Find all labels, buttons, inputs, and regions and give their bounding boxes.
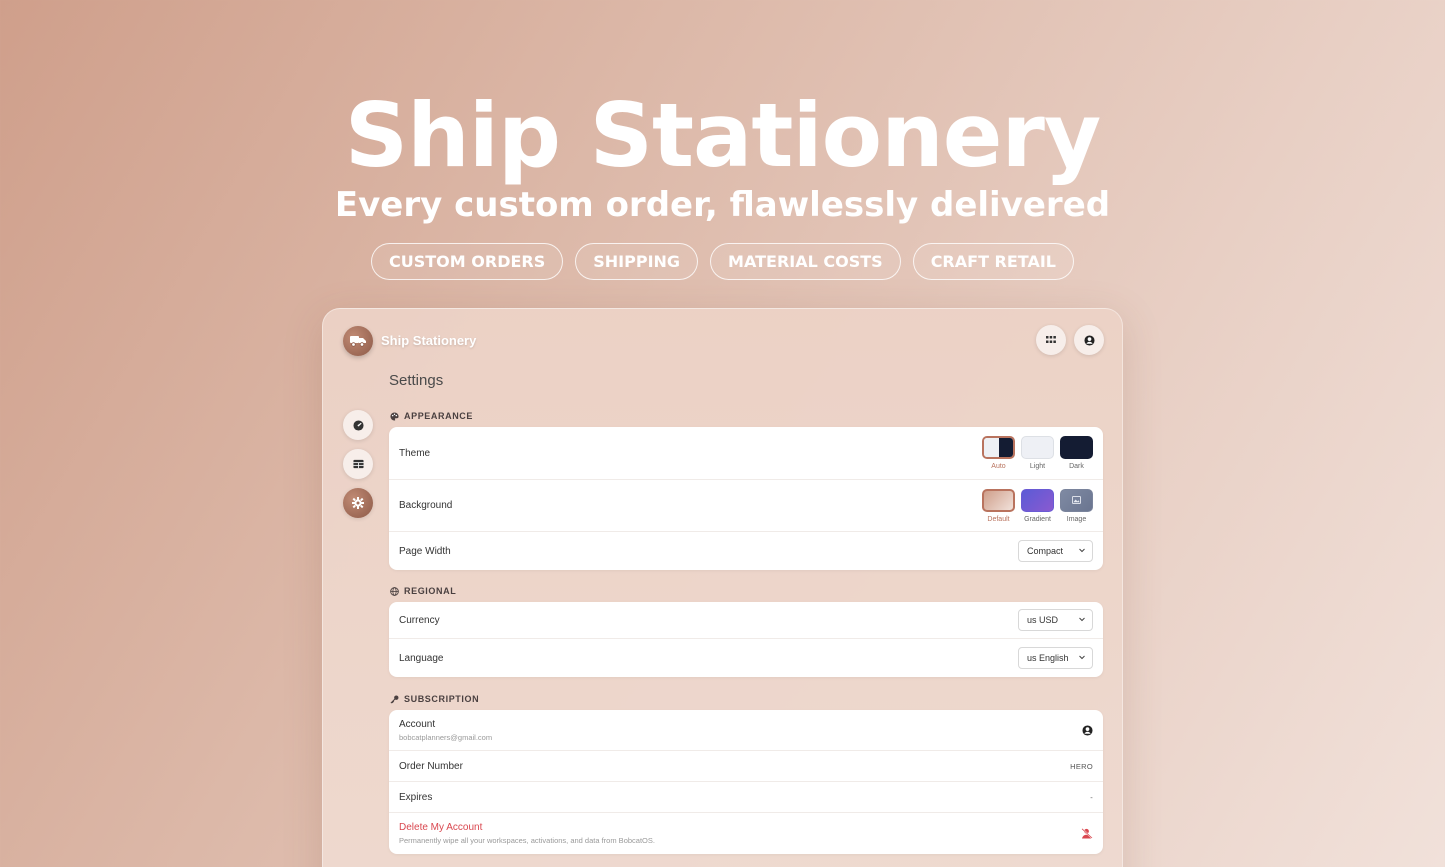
- language-value: us English: [1027, 653, 1069, 663]
- section-regional: REGIONAL: [390, 586, 456, 596]
- background-option-image[interactable]: Image: [1060, 488, 1093, 523]
- chevron-down-icon: [1079, 548, 1085, 553]
- truck-icon[interactable]: [343, 326, 373, 356]
- background-option-label: Image: [1066, 515, 1087, 523]
- sidebar-item-settings[interactable]: [343, 488, 373, 518]
- subscription-card: Account bobcatplanners@gmail.com Order N…: [389, 710, 1103, 854]
- theme-option-label: Auto: [991, 463, 1006, 470]
- background-row: Background Default Gradient Image: [389, 480, 1103, 532]
- background-options: Default Gradient Image: [982, 488, 1093, 523]
- account-button[interactable]: [1074, 325, 1104, 355]
- expires-row: Expires -: [389, 782, 1103, 813]
- pill-shipping: SHIPPING: [575, 243, 699, 280]
- pill-craft-retail: CRAFT RETAIL: [912, 243, 1074, 280]
- page-width-value: Compact: [1027, 546, 1064, 556]
- hero-title: Ship Stationery: [344, 84, 1101, 187]
- page-title: Settings: [389, 372, 444, 389]
- expires-label: Expires: [399, 791, 433, 803]
- sidebar-item-table[interactable]: [343, 449, 373, 479]
- language-row: Language us English: [389, 639, 1103, 677]
- account-label: Account: [399, 718, 436, 730]
- apps-grid-button[interactable]: [1036, 325, 1066, 355]
- gear-icon: [352, 497, 364, 509]
- account-circle-icon: [1083, 334, 1095, 346]
- currency-row: Currency us USD: [389, 602, 1103, 639]
- theme-option-label: Light: [1029, 463, 1046, 470]
- pill-custom-orders: CUSTOM ORDERS: [371, 243, 564, 280]
- background-option-default[interactable]: Default: [982, 488, 1015, 523]
- feature-pills: CUSTOM ORDERS SHIPPING MATERIAL COSTS CR…: [0, 243, 1445, 280]
- chevron-down-icon: [1079, 617, 1085, 622]
- theme-option-auto[interactable]: Auto: [982, 436, 1015, 470]
- table-icon: [352, 459, 364, 469]
- currency-select[interactable]: us USD: [1018, 609, 1093, 631]
- section-appearance-label: APPEARANCE: [404, 411, 474, 421]
- order-number-row: Order Number HERO: [389, 751, 1103, 782]
- page-width-row: Page Width Compact: [389, 532, 1103, 570]
- theme-option-light[interactable]: Light: [1021, 436, 1054, 470]
- hero-subtitle: Every custom order, flawlessly delivered: [334, 185, 1111, 225]
- section-appearance: APPEARANCE: [390, 411, 473, 421]
- theme-row: Theme Auto Light Dark: [389, 427, 1103, 480]
- page-width-label: Page Width: [399, 545, 451, 557]
- currency-label: Currency: [399, 614, 440, 626]
- app-window: Ship Stationery Settings APPEARANCE Them…: [322, 308, 1123, 867]
- language-label: Language: [399, 652, 444, 664]
- apps-grid-icon: [1046, 336, 1056, 343]
- sidebar-item-dashboard[interactable]: [343, 410, 373, 440]
- section-subscription: SUBSCRIPTION: [390, 694, 479, 704]
- account-email: bobcatplanners@gmail.com: [399, 732, 493, 742]
- chevron-down-icon: [1079, 655, 1085, 660]
- dashboard-gauge-icon: [352, 419, 364, 431]
- order-number-value: HERO: [1070, 761, 1093, 771]
- theme-label: Theme: [399, 447, 431, 459]
- delete-account-description: Permanently wipe all your workspaces, ac…: [399, 836, 655, 845]
- image-icon: [1072, 496, 1081, 504]
- section-regional-label: REGIONAL: [404, 586, 457, 596]
- background-option-label: Gradient: [1024, 515, 1051, 523]
- theme-option-label: Dark: [1069, 463, 1084, 470]
- theme-option-dark[interactable]: Dark: [1060, 436, 1093, 470]
- pill-material-costs: MATERIAL COSTS: [710, 243, 901, 280]
- delete-account-row[interactable]: Delete My Account Permanently wipe all y…: [389, 813, 1103, 854]
- user-remove-icon[interactable]: [1081, 828, 1093, 839]
- page-width-select[interactable]: Compact: [1018, 540, 1093, 562]
- globe-icon: [390, 586, 399, 596]
- expires-value: -: [1090, 792, 1093, 802]
- palette-icon: [390, 411, 399, 421]
- section-subscription-label: SUBSCRIPTION: [404, 694, 480, 704]
- regional-card: Currency us USD Language us English: [389, 602, 1103, 677]
- account-row: Account bobcatplanners@gmail.com: [389, 710, 1103, 751]
- background-option-label: Default: [987, 515, 1010, 523]
- delete-account-label[interactable]: Delete My Account: [399, 822, 655, 833]
- key-icon: [390, 695, 399, 703]
- account-circle-icon[interactable]: [1082, 724, 1093, 736]
- background-option-gradient[interactable]: Gradient: [1021, 488, 1054, 523]
- order-number-label: Order Number: [399, 760, 463, 772]
- appearance-card: Theme Auto Light Dark Background Default…: [389, 427, 1103, 570]
- theme-options: Auto Light Dark: [982, 436, 1093, 470]
- language-select[interactable]: us English: [1018, 647, 1093, 669]
- app-name: Ship Stationery: [381, 333, 477, 348]
- background-label: Background: [399, 500, 453, 511]
- currency-value: us USD: [1027, 615, 1059, 625]
